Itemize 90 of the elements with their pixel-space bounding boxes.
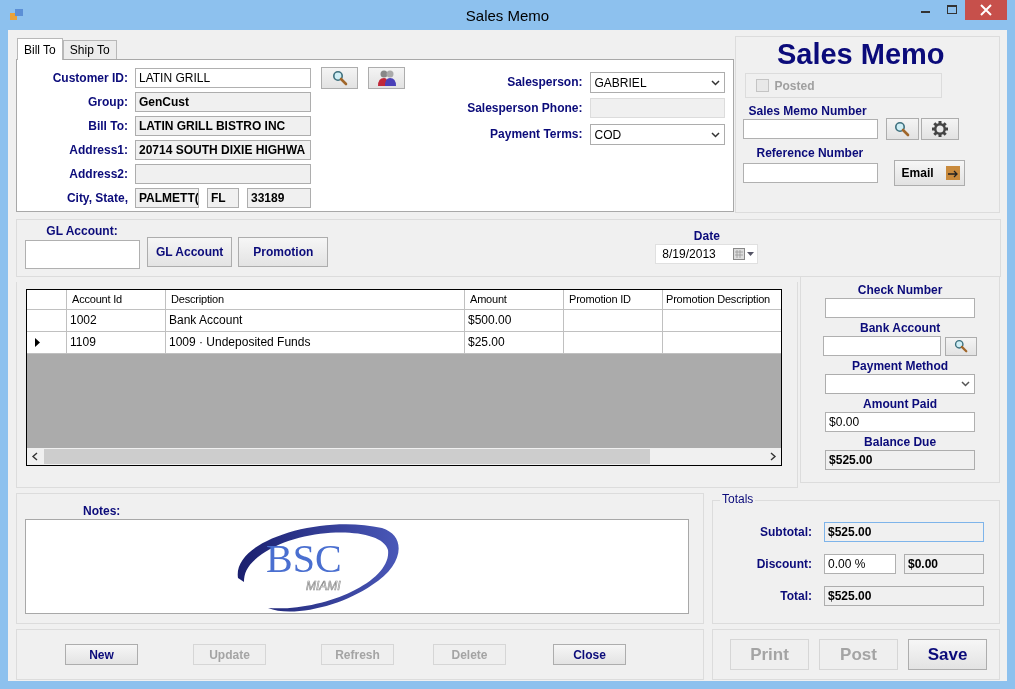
command-button[interactable]: New xyxy=(65,644,138,665)
customers-button[interactable] xyxy=(368,67,405,89)
field-value: 20714 SOUTH DIXIE HIGHWA xyxy=(135,140,311,160)
input-field[interactable] xyxy=(823,336,942,356)
action-button[interactable]: Save xyxy=(908,639,987,670)
field-label: Notes: xyxy=(83,504,122,518)
field-label: Subtotal: xyxy=(759,524,812,539)
dropdown[interactable]: GABRIEL xyxy=(589,72,725,93)
chevron-icon xyxy=(710,131,720,138)
gear-icon xyxy=(930,120,949,138)
email-button[interactable]: Email xyxy=(893,160,965,186)
command-button[interactable]: Close xyxy=(553,644,626,665)
search-button[interactable] xyxy=(945,336,978,356)
field-value: $525.00 xyxy=(824,585,984,606)
checkbox-label: Posted xyxy=(774,78,815,93)
field-value: $525.00 xyxy=(824,521,984,542)
calendar-icon xyxy=(733,248,756,260)
date-picker[interactable]: 8/19/2013 xyxy=(655,244,759,264)
input-field[interactable] xyxy=(825,298,976,318)
row-header xyxy=(27,290,67,310)
field-label: Group: xyxy=(87,95,128,109)
field-label: Bank Account xyxy=(860,321,941,335)
field-value: 33189 xyxy=(247,188,311,208)
field-label: Sales Memo Number xyxy=(748,104,867,118)
column-header[interactable]: Description xyxy=(166,290,465,310)
field-value: FL xyxy=(207,188,239,208)
field-value: PALMETT( xyxy=(135,188,199,208)
settings-button[interactable] xyxy=(920,118,959,140)
dropdown[interactable] xyxy=(825,374,976,394)
gl-account-field[interactable] xyxy=(24,240,140,269)
field-label: Customer ID: xyxy=(51,71,128,85)
search-button[interactable] xyxy=(885,118,919,140)
close-icon[interactable] xyxy=(965,0,1007,20)
search-button[interactable] xyxy=(321,67,358,89)
field-label: Amount Paid xyxy=(863,397,938,411)
field-label: Date xyxy=(693,229,720,243)
field-label: Address2: xyxy=(68,167,128,181)
column-header[interactable]: Promotion ID xyxy=(564,290,663,310)
discount-field[interactable]: 0.00 % xyxy=(824,553,896,574)
field-label: Salesperson: xyxy=(506,75,583,89)
form-title: Sales Memo xyxy=(776,38,945,71)
field-value: $525.00 xyxy=(825,450,976,470)
table-cell: $25.00 xyxy=(465,332,564,354)
field-label: Check Number xyxy=(857,283,943,297)
scroll-right-icon[interactable] xyxy=(768,452,777,461)
field-label: GL Account: xyxy=(46,224,118,238)
field-label: Discount: xyxy=(755,556,812,571)
tab[interactable]: Bill To xyxy=(17,38,63,60)
field-label: Balance Due xyxy=(864,435,937,449)
input-field[interactable]: $0.00 xyxy=(825,412,976,432)
field-label: Payment Terms: xyxy=(489,127,583,141)
current-row-icon xyxy=(35,338,40,347)
column-header[interactable]: Account Id xyxy=(67,290,166,310)
horizontal-scrollbar[interactable] xyxy=(27,448,781,465)
logo-text: BSC xyxy=(266,535,342,581)
field-label: Bill To: xyxy=(87,119,128,133)
table-cell: 1009 · Undeposited Funds xyxy=(166,332,465,354)
gl-button[interactable]: GL Account xyxy=(147,237,233,267)
field-value: LATIN GRILL BISTRO INC xyxy=(135,116,311,136)
field-label: Reference Number xyxy=(756,146,864,160)
search-icon xyxy=(954,339,969,353)
row-header[interactable] xyxy=(27,332,67,354)
reference-number-field[interactable] xyxy=(742,163,878,183)
field-value: GenCust xyxy=(135,92,311,112)
scroll-left-icon[interactable] xyxy=(31,452,40,461)
gl-button[interactable]: Promotion xyxy=(238,237,329,267)
notes-field[interactable]: BSC MIAMI xyxy=(25,519,689,614)
swoosh-icon xyxy=(238,523,399,612)
memo-number-field[interactable] xyxy=(742,119,878,139)
column-header[interactable]: Amount xyxy=(465,290,564,310)
field-label: City, State, xyxy=(65,191,128,205)
chevron-icon xyxy=(961,381,971,387)
search-icon xyxy=(331,70,348,86)
field-label: Salesperson Phone: xyxy=(467,101,583,115)
field-label: Total: xyxy=(779,588,812,603)
field-value: $0.00 xyxy=(904,553,984,574)
tab[interactable]: Ship To xyxy=(62,40,117,59)
chevron-icon xyxy=(710,79,720,86)
dropdown[interactable]: COD xyxy=(589,124,725,145)
customer-id-field[interactable]: LATIN GRILL xyxy=(135,68,311,88)
logo-subtext: MIAMI xyxy=(306,578,341,593)
window-title: Sales Memo xyxy=(465,7,550,24)
app-icon xyxy=(10,9,24,21)
field-label: Address1: xyxy=(68,143,128,157)
group-title: Totals xyxy=(720,492,756,506)
export-icon xyxy=(944,165,961,181)
search-icon xyxy=(894,121,911,137)
people-icon xyxy=(376,69,397,87)
table-cell: 1109 xyxy=(67,332,166,354)
field-label: Payment Method xyxy=(852,359,949,373)
